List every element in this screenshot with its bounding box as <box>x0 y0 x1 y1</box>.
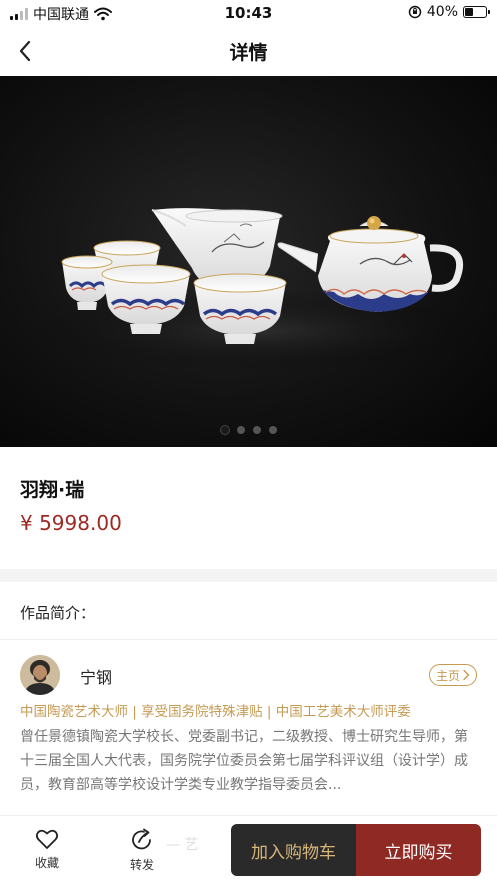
carousel-dot[interactable] <box>220 426 229 434</box>
buy-now-button[interactable]: 立即购买 <box>356 824 481 876</box>
battery-icon <box>463 6 490 18</box>
product-info: 羽翔·瑞 ¥ 5998.00 <box>0 447 497 569</box>
product-image-carousel[interactable] <box>0 76 497 447</box>
carousel-dot[interactable] <box>252 426 261 434</box>
chevron-right-icon <box>463 669 470 681</box>
tea-set-image <box>30 208 490 371</box>
page-title: 详情 <box>229 42 268 64</box>
nav-bar: 详情 <box>0 26 497 76</box>
carousel-dot[interactable] <box>268 426 277 434</box>
product-price: ¥ 5998.00 <box>20 511 122 535</box>
favorite-label: 收藏 <box>34 856 59 870</box>
carousel-indicator <box>0 426 497 434</box>
status-bar: 中国联通 10:43 40% <box>0 0 497 26</box>
product-title: 羽翔·瑞 <box>20 479 85 501</box>
battery-percent: 40% <box>426 4 458 20</box>
add-to-cart-button[interactable]: 加入购物车 <box>231 824 356 876</box>
status-right: 40% <box>408 4 490 20</box>
favorite-button[interactable]: 收藏 <box>17 828 77 871</box>
artist-home-button[interactable]: 主页 <box>429 664 477 686</box>
background-text: — 艺 <box>166 837 199 853</box>
artist-titles: 中国陶瓷艺术大师 | 享受国务院特殊津贴 | 中国工艺美术大师评委 <box>20 704 411 720</box>
rotation-lock-icon <box>408 5 422 19</box>
divider <box>0 639 497 640</box>
bottom-action-bar: 收藏 转发 — 艺 加入购物车 立即购买 <box>0 815 497 883</box>
avatar[interactable] <box>20 655 60 695</box>
artist-bio: 曾任景德镇陶瓷大学校长、党委副书记，二级教授、博士研究生导师，第十三届全国人大代… <box>20 729 468 793</box>
share-label: 转发 <box>129 858 154 872</box>
artist-name: 宁钢 <box>80 668 113 687</box>
carousel-dot[interactable] <box>236 426 245 434</box>
artist-portrait <box>20 655 60 695</box>
share-button[interactable]: 转发 <box>112 828 172 873</box>
home-button-label: 主页 <box>435 668 460 683</box>
heart-icon <box>35 829 59 849</box>
share-icon <box>132 828 151 850</box>
intro-heading: 作品简介： <box>20 604 96 622</box>
